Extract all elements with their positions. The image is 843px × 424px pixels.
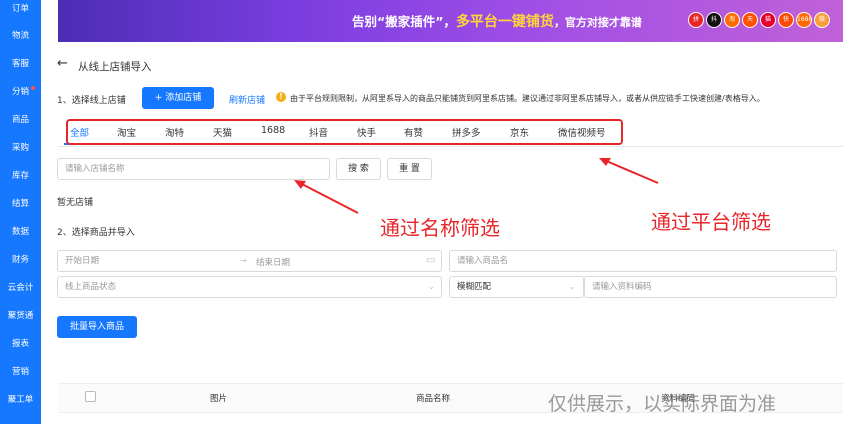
annotation-filter-by-platform: 通过平台筛选: [651, 210, 771, 234]
display-only-watermark: 仅供展示，以实际界面为准: [548, 393, 777, 415]
arrow-to-platform-filter: [603, 159, 659, 184]
arrow-to-name-filter: [297, 181, 359, 214]
annotation-filter-by-name: 通过名称筛选: [380, 216, 500, 240]
